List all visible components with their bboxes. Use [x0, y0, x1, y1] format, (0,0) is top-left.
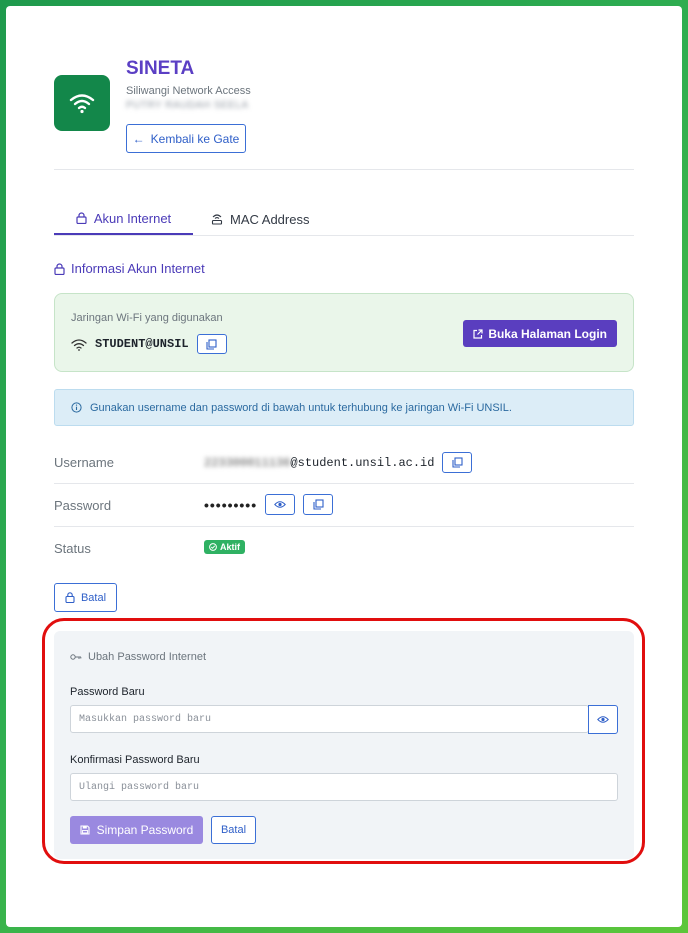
eye-icon	[274, 501, 287, 508]
username-domain: @student.unsil.ac.id	[290, 455, 435, 470]
username-value-row: 223300011136@student.unsil.ac.id	[204, 452, 473, 473]
row-divider	[54, 483, 634, 484]
tabs-divider	[54, 235, 634, 236]
show-password-button[interactable]	[265, 494, 296, 515]
logo	[54, 75, 110, 131]
app-title: SINETA	[126, 58, 195, 79]
copy-password-button[interactable]	[303, 494, 334, 515]
wifi-icon	[71, 338, 87, 351]
info-icon	[71, 402, 82, 413]
password-label: Password	[54, 498, 112, 513]
status-label: Status	[54, 541, 91, 556]
tab-label: Akun Internet	[93, 210, 172, 226]
password-value-row: •••••••••	[204, 494, 334, 515]
copy-icon	[206, 338, 217, 350]
wifi-label: Jaringan Wi-Fi yang digunakan	[71, 312, 223, 324]
info-alert-text: Gunakan username dan password di bawah u…	[90, 401, 512, 414]
password-masked: •••••••••	[204, 496, 258, 513]
status-value-row: Aktif	[204, 540, 245, 554]
tab-akun-internet[interactable]: Akun Internet	[54, 203, 193, 235]
wifi-icon	[69, 94, 95, 114]
wifi-ssid: STUDENT@UNSIL	[95, 337, 189, 351]
username-prefix: 223300011136	[204, 455, 291, 470]
info-alert: Gunakan username dan password di bawah u…	[54, 389, 634, 426]
check-circle-icon	[209, 543, 217, 551]
wifi-ssid-row: STUDENT@UNSIL	[71, 334, 227, 354]
username-value: 223300011136@student.unsil.ac.id	[204, 456, 434, 470]
copy-username-button[interactable]	[442, 452, 473, 473]
back-button-label: Kembali ke Gate	[150, 131, 240, 146]
username-label: Username	[54, 455, 114, 470]
section-title-text: Informasi Akun Internet	[71, 261, 205, 276]
back-to-gate-button[interactable]: ← Kembali ke Gate	[126, 124, 246, 153]
wifi-info-box: Jaringan Wi-Fi yang digunakan STUDENT@UN…	[54, 293, 634, 372]
user-name: PUTRY RAUDAH SEELA	[126, 100, 249, 111]
cancel-button-top[interactable]: Batal	[54, 583, 117, 612]
copy-icon	[452, 457, 463, 468]
login-button-label: Buka Halaman Login	[488, 326, 607, 341]
lock-icon	[54, 262, 65, 275]
copy-ssid-button[interactable]	[196, 334, 227, 354]
arrow-left-icon: ←	[132, 131, 145, 146]
tab-label: MAC Address	[230, 211, 310, 227]
section-title: Informasi Akun Internet	[54, 261, 205, 276]
lock-icon	[76, 212, 87, 224]
status-badge: Aktif	[204, 540, 245, 554]
external-link-icon	[473, 328, 483, 339]
highlight-outline	[42, 618, 645, 864]
copy-icon	[313, 499, 324, 510]
main-card: SINETA Siliwangi Network Access PUTRY RA…	[6, 6, 682, 927]
header-divider	[54, 169, 634, 170]
lock-icon	[65, 592, 75, 603]
status-badge-text: Aktif	[220, 542, 240, 552]
router-icon	[211, 214, 223, 225]
app-subtitle: Siliwangi Network Access	[126, 85, 251, 97]
open-login-page-button[interactable]: Buka Halaman Login	[463, 320, 617, 347]
tab-mac-address[interactable]: MAC Address	[211, 203, 309, 235]
cancel-top-label: Batal	[80, 591, 107, 604]
row-divider	[54, 526, 634, 527]
